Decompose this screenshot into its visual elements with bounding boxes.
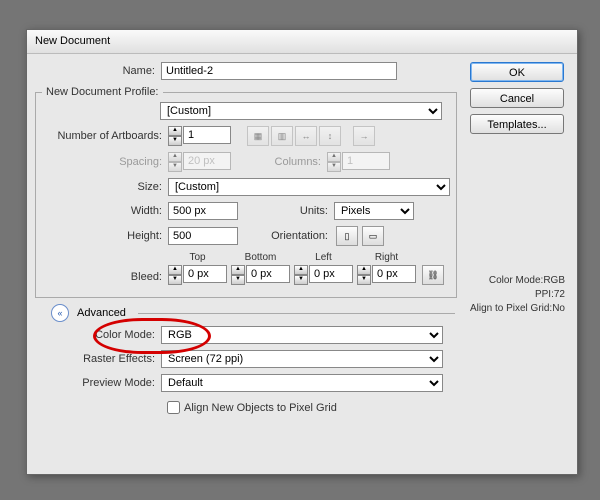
advanced-toggle[interactable]: « [51, 304, 69, 322]
portrait-icon[interactable]: ▯ [336, 226, 358, 246]
artboards-input[interactable] [183, 126, 231, 144]
align-pixel-grid-checkbox[interactable] [167, 401, 180, 414]
bleed-right-spinner[interactable]: ▲▼ [357, 265, 416, 285]
name-label: Name: [35, 65, 161, 77]
window-title: New Document [35, 35, 110, 47]
preview-label: Preview Mode: [35, 377, 161, 389]
bleed-bottom-input[interactable] [246, 265, 290, 283]
cancel-button[interactable]: Cancel [470, 88, 564, 108]
bleed-bottom-spinner[interactable]: ▲▼ [231, 265, 290, 285]
grid-by-col-icon: ▥ [271, 126, 293, 146]
width-label: Width: [42, 205, 168, 217]
landscape-icon[interactable]: ▭ [362, 226, 384, 246]
raster-label: Raster Effects: [35, 353, 161, 365]
arrange-icon: → [353, 126, 375, 146]
down-icon: ▼ [168, 162, 182, 172]
row-ltr-icon: ↔ [295, 126, 317, 146]
up-icon: ▲ [168, 152, 182, 162]
align-pixel-grid-label: Align New Objects to Pixel Grid [184, 402, 337, 414]
units-select[interactable]: Pixels [334, 202, 414, 220]
advanced-label: Advanced [77, 307, 126, 319]
spacing-label: Spacing: [42, 156, 168, 168]
raster-select[interactable]: Screen (72 ppi) [161, 350, 443, 368]
name-input[interactable] [161, 62, 397, 80]
ok-button[interactable]: OK [470, 62, 564, 82]
row-rtl-icon: ↕ [319, 126, 341, 146]
columns-spinner: ▲▼ [327, 152, 390, 172]
new-document-dialog: New Document Name: New Document Profile:… [26, 29, 578, 475]
bleed-left-spinner[interactable]: ▲▼ [294, 265, 353, 285]
bleed-right-label: Right [375, 252, 398, 263]
grid-by-row-icon: ▦ [247, 126, 269, 146]
artboards-spinner[interactable]: ▲▼ [168, 126, 231, 146]
spacing-spinner: ▲▼ [168, 152, 231, 172]
preview-select[interactable]: Default [161, 374, 443, 392]
size-select[interactable]: [Custom] [168, 178, 450, 196]
bleed-bottom-label: Bottom [245, 252, 277, 263]
columns-label: Columns: [231, 156, 327, 168]
info-panel: Color Mode:RGB PPI:72 Align to Pixel Gri… [467, 274, 567, 316]
profile-select[interactable]: [Custom] [160, 102, 442, 120]
info-ppi: PPI:72 [467, 288, 565, 302]
down-icon: ▼ [327, 162, 341, 172]
colormode-label: Color Mode: [35, 329, 161, 341]
height-label: Height: [42, 230, 168, 242]
bleed-left-label: Left [315, 252, 332, 263]
colormode-select[interactable]: RGB [161, 326, 443, 344]
info-colormode: Color Mode:RGB [467, 274, 565, 288]
units-label: Units: [238, 205, 334, 217]
titlebar: New Document [27, 30, 577, 54]
width-input[interactable] [168, 202, 238, 220]
link-bleed-icon[interactable]: ⛓ [422, 265, 444, 285]
height-input[interactable] [168, 227, 238, 245]
profile-group: New Document Profile: [Custom] Number of… [35, 86, 457, 298]
down-icon[interactable]: ▼ [168, 136, 182, 146]
bleed-top-label: Top [189, 252, 205, 263]
orientation-label: Orientation: [238, 230, 334, 242]
spacing-input [183, 152, 231, 170]
bleed-left-input[interactable] [309, 265, 353, 283]
bleed-top-spinner[interactable]: ▲▼ [168, 265, 227, 285]
bleed-label: Bleed: [42, 271, 168, 283]
size-label: Size: [42, 181, 168, 193]
bleed-top-input[interactable] [183, 265, 227, 283]
up-icon: ▲ [327, 152, 341, 162]
artboards-label: Number of Artboards: [42, 130, 168, 142]
profile-label: New Document Profile: [42, 86, 163, 98]
up-icon[interactable]: ▲ [168, 126, 182, 136]
info-align: Align to Pixel Grid:No [467, 302, 565, 316]
columns-input [342, 152, 390, 170]
templates-button[interactable]: Templates... [470, 114, 564, 134]
bleed-right-input[interactable] [372, 265, 416, 283]
